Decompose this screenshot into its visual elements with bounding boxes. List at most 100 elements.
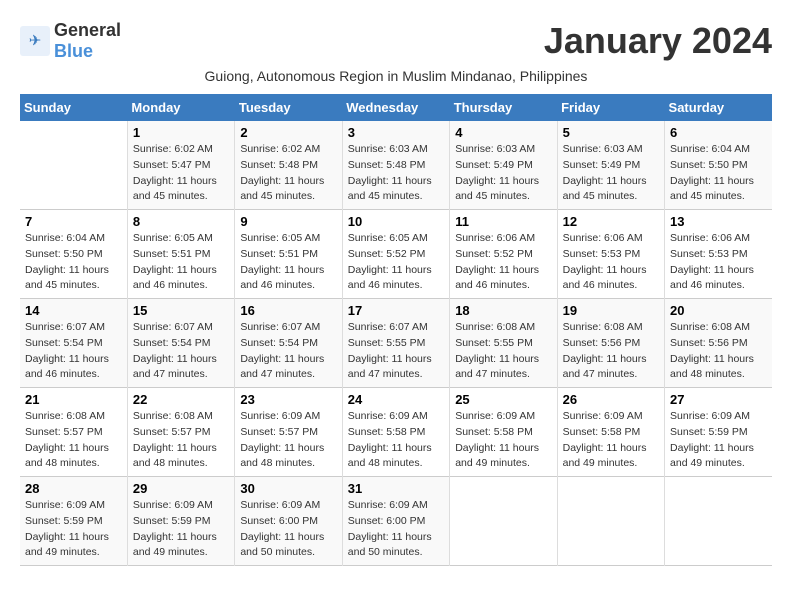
calendar-cell: 9Sunrise: 6:05 AMSunset: 5:51 PMDaylight… [235, 210, 342, 299]
header: ✈ General Blue January 2024 [20, 20, 772, 62]
calendar-cell: 2Sunrise: 6:02 AMSunset: 5:48 PMDaylight… [235, 121, 342, 210]
day-header-sunday: Sunday [20, 94, 127, 121]
day-detail: Sunrise: 6:06 AMSunset: 5:53 PMDaylight:… [563, 232, 647, 291]
day-number: 25 [455, 392, 551, 407]
calendar-cell: 26 Sunrise: 6:09 AMSunset: 5:58 PMDayligh… [557, 388, 664, 477]
day-number: 29 [133, 481, 229, 496]
day-number: 5 [563, 125, 659, 140]
day-number: 11 [455, 214, 551, 229]
day-detail: Sunrise: 6:05 AMSunset: 5:52 PMDaylight:… [348, 232, 432, 291]
calendar-cell: 14 Sunrise: 6:07 AMSunset: 5:54 PMDayligh… [20, 299, 127, 388]
day-header-thursday: Thursday [450, 94, 557, 121]
day-detail: Sunrise: 6:09 AMSunset: 5:59 PMDaylight:… [25, 499, 109, 558]
day-detail: Sunrise: 6:02 AMSunset: 5:48 PMDaylight:… [240, 143, 324, 202]
calendar-cell: 15Sunrise: 6:07 AMSunset: 5:54 PMDayligh… [127, 299, 234, 388]
calendar-cell: 22 Sunrise: 6:08 AMSunset: 5:57 PMDayligh… [127, 388, 234, 477]
day-detail: Sunrise: 6:04 AMSunset: 5:50 PMDaylight:… [25, 232, 109, 291]
day-number: 24 [348, 392, 444, 407]
day-detail: Sunrise: 6:05 AMSunset: 5:51 PMDaylight:… [133, 232, 217, 291]
day-number: 7 [25, 214, 122, 229]
calendar-header-row: SundayMondayTuesdayWednesdayThursdayFrid… [20, 94, 772, 121]
day-detail: Sunrise: 6:08 AMSunset: 5:55 PMDaylight:… [455, 321, 539, 380]
calendar-cell: 3 Sunrise: 6:03 AMSunset: 5:48 PMDaylight… [342, 121, 449, 210]
calendar-cell [450, 477, 557, 566]
day-number: 13 [670, 214, 767, 229]
day-number: 10 [348, 214, 444, 229]
day-number: 17 [348, 303, 444, 318]
calendar-cell: 1 Sunrise: 6:02 AMSunset: 5:47 PMDaylight… [127, 121, 234, 210]
day-detail: Sunrise: 6:07 AMSunset: 5:54 PMDaylight:… [25, 321, 109, 380]
day-number: 28 [25, 481, 122, 496]
day-number: 22 [133, 392, 229, 407]
day-number: 4 [455, 125, 551, 140]
day-detail: Sunrise: 6:07 AMSunset: 5:54 PMDaylight:… [133, 321, 217, 380]
day-detail: Sunrise: 6:03 AMSunset: 5:49 PMDaylight:… [563, 143, 647, 202]
calendar-cell [665, 477, 772, 566]
calendar-cell: 12 Sunrise: 6:06 AMSunset: 5:53 PMDayligh… [557, 210, 664, 299]
day-detail: Sunrise: 6:09 AMSunset: 5:58 PMDaylight:… [455, 410, 539, 469]
calendar-cell: 20 Sunrise: 6:08 AMSunset: 5:56 PMDayligh… [665, 299, 772, 388]
month-title: January 2024 [544, 20, 772, 62]
day-number: 27 [670, 392, 767, 407]
day-number: 31 [348, 481, 444, 496]
day-number: 3 [348, 125, 444, 140]
logo-icon: ✈ [20, 26, 50, 56]
calendar-cell: 19 Sunrise: 6:08 AMSunset: 5:56 PMDayligh… [557, 299, 664, 388]
day-detail: Sunrise: 6:08 AMSunset: 5:57 PMDaylight:… [133, 410, 217, 469]
day-detail: Sunrise: 6:06 AMSunset: 5:53 PMDaylight:… [670, 232, 754, 291]
calendar-cell: 8 Sunrise: 6:05 AMSunset: 5:51 PMDaylight… [127, 210, 234, 299]
logo-text: General Blue [54, 20, 121, 62]
day-header-monday: Monday [127, 94, 234, 121]
day-number: 8 [133, 214, 229, 229]
calendar-cell: 30 Sunrise: 6:09 AMSunset: 6:00 PMDayligh… [235, 477, 342, 566]
calendar-cell: 11 Sunrise: 6:06 AMSunset: 5:52 PMDayligh… [450, 210, 557, 299]
day-detail: Sunrise: 6:03 AMSunset: 5:49 PMDaylight:… [455, 143, 539, 202]
day-number: 20 [670, 303, 767, 318]
calendar-cell [20, 121, 127, 210]
day-detail: Sunrise: 6:03 AMSunset: 5:48 PMDaylight:… [348, 143, 432, 202]
day-number: 6 [670, 125, 767, 140]
calendar-cell: 21 Sunrise: 6:08 AMSunset: 5:57 PMDayligh… [20, 388, 127, 477]
week-row-2: 7 Sunrise: 6:04 AMSunset: 5:50 PMDaylight… [20, 210, 772, 299]
day-header-saturday: Saturday [665, 94, 772, 121]
calendar-cell: 5 Sunrise: 6:03 AMSunset: 5:49 PMDaylight… [557, 121, 664, 210]
day-number: 14 [25, 303, 122, 318]
week-row-3: 14 Sunrise: 6:07 AMSunset: 5:54 PMDayligh… [20, 299, 772, 388]
day-detail: Sunrise: 6:07 AMSunset: 5:54 PMDaylight:… [240, 321, 324, 380]
calendar-cell: 13 Sunrise: 6:06 AMSunset: 5:53 PMDayligh… [665, 210, 772, 299]
calendar-cell: 25 Sunrise: 6:09 AMSunset: 5:58 PMDayligh… [450, 388, 557, 477]
svg-text:✈: ✈ [29, 33, 42, 50]
day-detail: Sunrise: 6:08 AMSunset: 5:56 PMDaylight:… [563, 321, 647, 380]
day-detail: Sunrise: 6:08 AMSunset: 5:57 PMDaylight:… [25, 410, 109, 469]
day-detail: Sunrise: 6:07 AMSunset: 5:55 PMDaylight:… [348, 321, 432, 380]
day-detail: Sunrise: 6:02 AMSunset: 5:47 PMDaylight:… [133, 143, 217, 202]
day-detail: Sunrise: 6:09 AMSunset: 5:58 PMDaylight:… [563, 410, 647, 469]
logo-blue: Blue [54, 41, 93, 61]
calendar-cell: 10 Sunrise: 6:05 AMSunset: 5:52 PMDayligh… [342, 210, 449, 299]
day-detail: Sunrise: 6:06 AMSunset: 5:52 PMDaylight:… [455, 232, 539, 291]
calendar-cell: 31Sunrise: 6:09 AMSunset: 6:00 PMDayligh… [342, 477, 449, 566]
day-detail: Sunrise: 6:08 AMSunset: 5:56 PMDaylight:… [670, 321, 754, 380]
calendar-cell: 18Sunrise: 6:08 AMSunset: 5:55 PMDayligh… [450, 299, 557, 388]
day-number: 19 [563, 303, 659, 318]
day-number: 30 [240, 481, 336, 496]
day-detail: Sunrise: 6:09 AMSunset: 5:58 PMDaylight:… [348, 410, 432, 469]
day-header-wednesday: Wednesday [342, 94, 449, 121]
calendar-cell: 7 Sunrise: 6:04 AMSunset: 5:50 PMDaylight… [20, 210, 127, 299]
day-number: 21 [25, 392, 122, 407]
calendar-cell: 4 Sunrise: 6:03 AMSunset: 5:49 PMDaylight… [450, 121, 557, 210]
day-number: 9 [240, 214, 336, 229]
calendar-cell [557, 477, 664, 566]
day-detail: Sunrise: 6:09 AMSunset: 6:00 PMDaylight:… [240, 499, 324, 558]
calendar-cell: 23Sunrise: 6:09 AMSunset: 5:57 PMDayligh… [235, 388, 342, 477]
day-detail: Sunrise: 6:09 AMSunset: 5:59 PMDaylight:… [133, 499, 217, 558]
calendar-table: SundayMondayTuesdayWednesdayThursdayFrid… [20, 94, 772, 566]
week-row-1: 1 Sunrise: 6:02 AMSunset: 5:47 PMDaylight… [20, 121, 772, 210]
day-number: 12 [563, 214, 659, 229]
day-number: 26 [563, 392, 659, 407]
day-number: 23 [240, 392, 336, 407]
day-number: 1 [133, 125, 229, 140]
calendar-cell: 29 Sunrise: 6:09 AMSunset: 5:59 PMDayligh… [127, 477, 234, 566]
day-detail: Sunrise: 6:09 AMSunset: 5:59 PMDaylight:… [670, 410, 754, 469]
logo-general: General [54, 20, 121, 40]
